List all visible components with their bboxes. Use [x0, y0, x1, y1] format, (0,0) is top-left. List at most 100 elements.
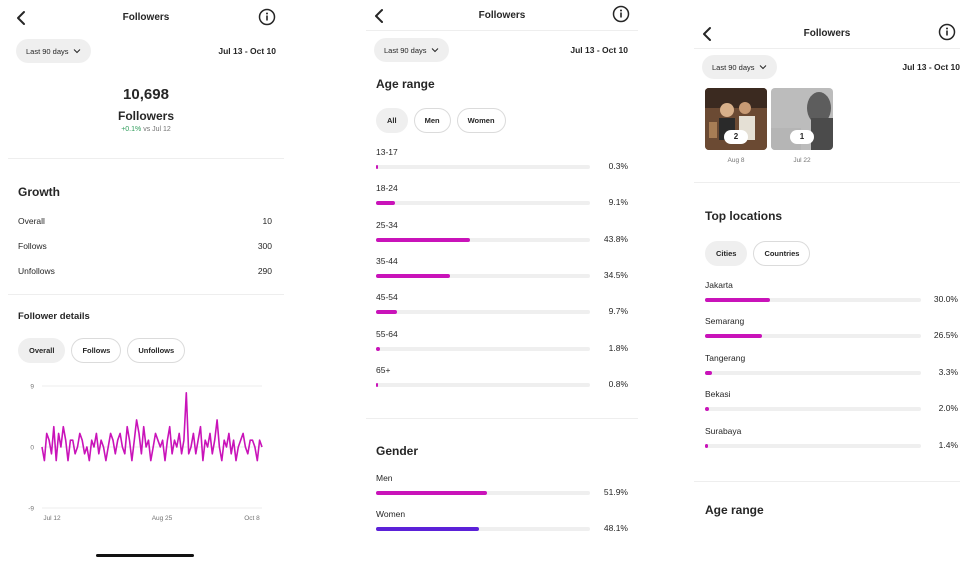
location-row-track	[705, 334, 921, 339]
age-row-label: 65+	[376, 364, 391, 375]
date-filter-dropdown[interactable]: Last 90 days	[374, 38, 449, 62]
age-row-track	[376, 165, 590, 169]
age-row-bar	[376, 382, 378, 387]
post-thumbnail[interactable]: 2	[705, 88, 767, 150]
y-tick-label: -9	[28, 506, 34, 513]
age-row-bar	[376, 237, 470, 242]
age-row-percent: 0.8%	[608, 378, 628, 389]
growth-row-value: 300	[257, 241, 272, 251]
age-row-percent: 0.3%	[608, 161, 628, 171]
date-filter-label: Last 90 days	[384, 45, 427, 55]
age-row-percent: 1.8%	[608, 342, 628, 353]
info-icon[interactable]	[938, 23, 956, 41]
post-thumbnail[interactable]: 1	[771, 88, 833, 150]
gender-title: Gender	[376, 444, 419, 458]
location-row-percent: 30.0%	[933, 294, 958, 304]
date-range: Jul 13 - Oct 10	[570, 45, 628, 55]
age-tab-men[interactable]: Men	[413, 108, 451, 133]
location-row-track	[705, 443, 921, 448]
details-tab-unfollows[interactable]: Unfollows	[127, 338, 186, 363]
age-row-track	[376, 346, 590, 351]
age-row-percent: 43.8%	[603, 233, 628, 244]
x-tick-label: Jul 12	[43, 515, 61, 522]
growth-row-label: Overall	[18, 216, 45, 226]
growth-row-value: 290	[257, 266, 272, 276]
page-title: Followers	[803, 28, 851, 39]
follower-details-title: Follower details	[18, 311, 90, 322]
post-count-badge: 2	[724, 130, 748, 144]
info-icon[interactable]	[258, 8, 276, 26]
age-row-label: 35-44	[376, 255, 398, 266]
details-tab-bar: Overall Follows Unfollows	[18, 338, 186, 363]
post-date: Jul 22	[793, 157, 811, 164]
locations-tab-bar: Cities Countries	[705, 241, 811, 266]
location-row-percent: 2.0%	[938, 403, 958, 414]
home-indicator	[96, 554, 194, 557]
age-row-label: 45-54	[376, 292, 398, 303]
location-row-label: Tangerang	[705, 352, 746, 363]
change-suffix: vs Jul 12	[143, 126, 171, 133]
age-row-track	[376, 201, 590, 206]
locations-tab-cities[interactable]: Cities	[705, 241, 748, 266]
header: Followers	[694, 20, 960, 50]
gender-row-label: Men	[376, 473, 393, 483]
age-row-track	[376, 273, 590, 278]
location-row-bar	[705, 334, 763, 339]
date-range: Jul 13 - Oct 10	[902, 62, 960, 72]
location-row-percent: 26.5%	[933, 330, 958, 341]
divider	[366, 30, 638, 31]
details-tab-follows[interactable]: Follows	[71, 338, 122, 363]
divider	[694, 182, 960, 183]
divider	[8, 294, 284, 295]
locations-tab-countries[interactable]: Countries	[753, 241, 811, 266]
gender-row-bar	[376, 527, 479, 531]
location-row-track	[705, 298, 921, 302]
location-row-label: Bekasi	[705, 389, 731, 400]
gender-row-label: Women	[376, 509, 406, 519]
age-row-track	[376, 382, 590, 387]
page-title: Followers	[478, 10, 526, 21]
location-row-label: Semarang	[705, 316, 745, 327]
details-tab-overall[interactable]: Overall	[18, 338, 66, 363]
age-range-title: Age range	[376, 77, 435, 91]
followers-overview-panel: Followers Last 90 days Jul 13 - Oct 10 1…	[8, 0, 284, 562]
age-row-bar	[376, 273, 450, 278]
divider	[694, 48, 960, 49]
age-row-label: 13-17	[376, 147, 398, 157]
location-row-percent: 3.3%	[938, 366, 958, 377]
divider	[8, 158, 284, 159]
location-row-label: Jakarta	[705, 280, 733, 290]
growth-row-value: 10	[262, 216, 272, 226]
divider	[366, 418, 638, 419]
age-row-bar	[376, 165, 378, 169]
location-row-label: Surabaya	[705, 425, 742, 436]
divider	[694, 481, 960, 482]
post-date: Aug 8	[727, 157, 745, 164]
header: Followers	[366, 2, 638, 32]
gender-row-percent: 51.9%	[603, 487, 628, 497]
follower-details-chart: 9 0 -9 Jul 12 Aug 25 Oct 8	[28, 384, 263, 522]
x-tick-label: Aug 25	[152, 515, 173, 522]
age-gender-panel: Followers Last 90 days Jul 13 - Oct 10 A…	[366, 0, 638, 562]
age-row-label: 25-34	[376, 219, 398, 230]
age-tab-women[interactable]: Women	[456, 108, 506, 133]
location-row-track	[705, 407, 921, 412]
date-filter-dropdown[interactable]: Last 90 days	[16, 39, 91, 63]
gender-row-bar	[376, 491, 488, 495]
age-row-track	[376, 237, 590, 242]
age-row-label: 55-64	[376, 328, 398, 339]
gender-row-percent: 48.1%	[603, 523, 628, 533]
chart-series-line	[41, 392, 263, 462]
growth-row-label: Follows	[18, 241, 47, 251]
follower-count: 10,698	[123, 86, 169, 103]
age-row-percent: 34.5%	[603, 269, 628, 280]
age-tab-all[interactable]: All	[376, 108, 408, 133]
info-icon[interactable]	[612, 5, 630, 23]
date-filter-dropdown[interactable]: Last 90 days	[702, 55, 777, 79]
location-row-track	[705, 370, 921, 375]
age-row-bar	[376, 310, 397, 315]
location-row-bar	[705, 443, 709, 448]
y-tick-label: 0	[30, 445, 34, 452]
date-filter-label: Last 90 days	[26, 46, 69, 56]
chevron-down-icon	[431, 48, 438, 53]
